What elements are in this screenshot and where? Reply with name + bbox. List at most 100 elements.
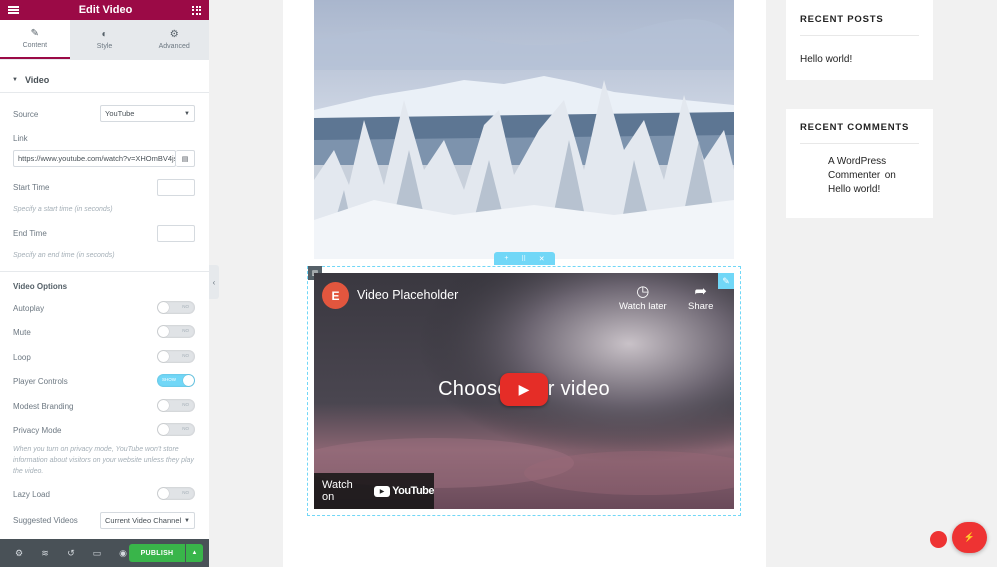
autoplay-label: Autoplay	[13, 304, 45, 313]
edit-widget-handle[interactable]: ✎	[718, 273, 734, 289]
recent-post-link[interactable]: Hello world!	[800, 54, 852, 65]
collapse-panel-handle[interactable]: ‹	[209, 265, 219, 299]
lazy-load-label: Lazy Load	[13, 490, 50, 499]
add-section-icon[interactable]: +	[504, 255, 508, 262]
recording-indicator	[930, 531, 947, 548]
link-input[interactable]: https://www.youtube.com/watch?v=XHOmBV4j…	[13, 150, 176, 167]
share-icon: ➦	[694, 283, 707, 300]
tab-advanced-label: Advanced	[158, 42, 190, 50]
mute-label: Mute	[13, 328, 31, 337]
lazy-load-state: NO	[182, 490, 189, 495]
tab-style-label: Style	[96, 42, 113, 50]
navigator-layers-icon[interactable]: ≋	[32, 548, 58, 559]
privacy-mode-switch[interactable]: NO	[157, 423, 195, 436]
panel-footer: ⚙ ≋ ↺ ▭ ◉ PUBLISH ▲	[0, 539, 209, 567]
half-circle-icon: ◐	[101, 28, 108, 40]
source-value: YouTube	[105, 109, 135, 118]
chevron-left-icon: ‹	[212, 277, 216, 287]
loop-switch[interactable]: NO	[157, 350, 195, 363]
video-options-heading: Video Options	[13, 282, 68, 291]
link-value: https://www.youtube.com/watch?v=XHOmBV4j…	[18, 154, 176, 163]
modest-branding-label: Modest Branding	[13, 402, 74, 411]
start-time-input[interactable]	[157, 179, 195, 196]
source-select[interactable]: YouTube ▼	[100, 105, 195, 122]
link-label: Link	[13, 134, 28, 143]
source-label: Source	[13, 110, 39, 119]
dynamic-tags-button[interactable]: ▤	[176, 150, 195, 167]
youtube-video-embed[interactable]: E Video Placeholder ◷ Watch later ➦ Shar…	[314, 273, 734, 509]
section-video-toggle[interactable]: ▼ Video	[0, 67, 209, 93]
snowy-forest-image	[314, 0, 734, 259]
privacy-mode-desc: When you turn on privacy mode, YouTube w…	[13, 446, 194, 475]
modest-branding-switch[interactable]: NO	[157, 399, 195, 412]
start-time-desc: Specify a start time (in seconds)	[13, 206, 113, 213]
lazy-load-switch[interactable]: NO	[157, 487, 195, 500]
youtube-logo: ▶ YouTube	[374, 485, 434, 497]
dropdown-arrow-icon: ▼	[184, 518, 190, 524]
database-icon: ▤	[181, 155, 189, 163]
mute-switch[interactable]: NO	[157, 325, 195, 338]
recent-posts-heading: RECENT POSTS	[800, 14, 919, 36]
caret-down-icon: ▼	[12, 76, 18, 83]
editor-panel: Edit Video ✎ Content ◐ Style ⚙ Advanced …	[0, 0, 210, 567]
tab-content-label: Content	[22, 41, 48, 49]
section-title: Video	[24, 74, 50, 85]
comment-on-text: on	[884, 170, 896, 181]
pencil-icon: ✎	[722, 275, 730, 286]
privacy-mode-state: NO	[182, 426, 189, 431]
watch-on-label: Watch on	[322, 479, 353, 503]
modest-branding-state: NO	[182, 402, 189, 407]
watch-later-button[interactable]: ◷ Watch later	[619, 283, 667, 312]
play-button[interactable]: ▶	[500, 373, 548, 406]
player-controls-label: Player Controls	[13, 377, 68, 386]
history-icon[interactable]: ↺	[58, 548, 84, 559]
bolt-icon: ⚡	[963, 532, 976, 542]
privacy-mode-label: Privacy Mode	[13, 426, 62, 435]
settings-gear-icon[interactable]: ⚙	[6, 548, 32, 559]
tab-style[interactable]: ◐ Style	[69, 20, 140, 59]
autoplay-switch[interactable]: NO	[157, 301, 195, 314]
clock-icon: ◷	[636, 283, 650, 300]
divider	[0, 271, 209, 272]
start-time-label: Start Time	[13, 183, 50, 192]
comment-post-link[interactable]: Hello world!	[828, 184, 880, 195]
share-label: Share	[688, 301, 714, 312]
suggested-videos-value: Current Video Channel	[105, 516, 182, 525]
suggested-videos-label: Suggested Videos	[13, 516, 78, 525]
comment-author-link[interactable]: A WordPress Commenter	[828, 156, 886, 181]
widgets-grid-icon[interactable]	[192, 5, 201, 15]
dropdown-arrow-icon: ▼	[184, 111, 190, 117]
close-icon[interactable]: ✕	[539, 255, 545, 263]
player-controls-state: SHOW	[162, 377, 176, 382]
end-time-label: End Time	[13, 229, 47, 238]
publish-button[interactable]: PUBLISH	[129, 544, 185, 562]
panel-header: Edit Video	[0, 0, 209, 20]
watch-later-label: Watch later	[619, 301, 667, 312]
hamburger-menu-icon[interactable]	[8, 6, 19, 14]
recent-comments-heading: RECENT COMMENTS	[800, 122, 919, 144]
elementor-logo-icon: E	[322, 282, 349, 309]
tab-advanced[interactable]: ⚙ Advanced	[139, 20, 210, 59]
loop-state: NO	[182, 353, 189, 358]
autoplay-state: NO	[182, 304, 189, 309]
responsive-mode-icon[interactable]: ▭	[84, 548, 110, 559]
youtube-play-icon: ▶	[374, 485, 391, 497]
watch-on-youtube-link[interactable]: Watch on ▶ YouTube	[314, 473, 434, 509]
section-toolbar: + ⠿ ✕	[494, 252, 555, 265]
player-controls-switch[interactable]: SHOW	[157, 374, 195, 387]
publish-options-button[interactable]: ▲	[186, 544, 203, 562]
gear-icon: ⚙	[169, 28, 179, 40]
caret-up-icon: ▲	[191, 550, 198, 556]
loop-label: Loop	[13, 353, 31, 362]
recent-posts-widget: RECENT POSTS Hello world!	[786, 0, 933, 80]
tab-content[interactable]: ✎ Content	[0, 20, 70, 59]
drag-handle-icon[interactable]: ⠿	[521, 255, 526, 263]
floating-action-button[interactable]: ⚡	[952, 522, 987, 553]
pencil-icon: ✎	[30, 27, 40, 39]
end-time-input[interactable]	[157, 225, 195, 242]
video-title[interactable]: Video Placeholder	[357, 288, 458, 302]
panel-title: Edit Video	[78, 4, 133, 16]
youtube-wordmark: YouTube	[392, 485, 434, 497]
suggested-videos-select[interactable]: Current Video Channel ▼	[100, 512, 195, 529]
share-button[interactable]: ➦ Share	[688, 283, 713, 312]
